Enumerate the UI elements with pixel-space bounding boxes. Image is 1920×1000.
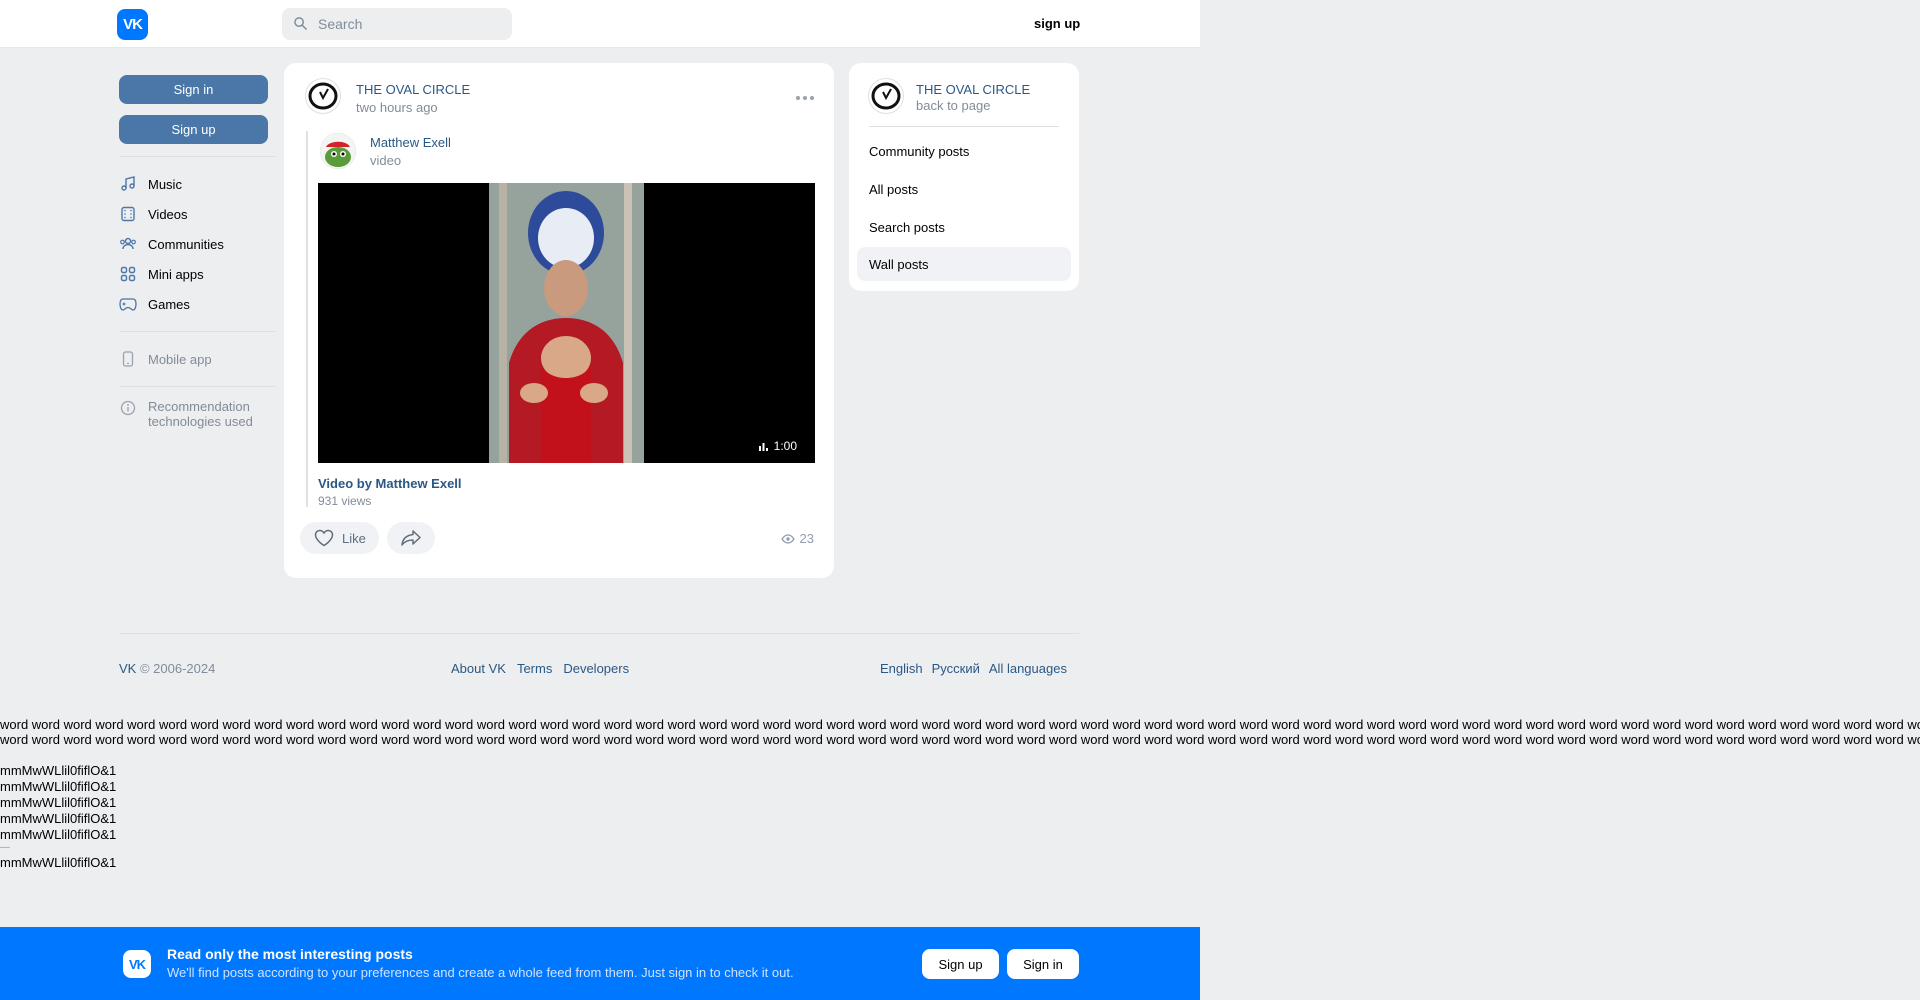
language-english[interactable]: English xyxy=(880,661,923,676)
sidebar-item-label: Videos xyxy=(148,206,188,222)
footer-link-about[interactable]: About VK xyxy=(451,661,506,676)
avatar[interactable] xyxy=(320,133,356,169)
info-icon xyxy=(119,399,137,417)
music-icon xyxy=(119,175,137,193)
post-card: THE OVAL CIRCLE two hours ago Matthew Ex… xyxy=(284,63,834,578)
sidebar-item-music[interactable]: Music xyxy=(119,169,268,199)
menu-item-all-posts[interactable]: All posts xyxy=(857,172,1071,206)
video-duration: 1:00 xyxy=(758,439,797,453)
footer-links: About VK Terms Developers xyxy=(451,661,629,676)
repost-author[interactable]: Matthew Exell xyxy=(370,135,451,150)
nav-divider xyxy=(119,156,276,157)
glyph-samples: mmMwWLlil0fiflO&1 mmMwWLlil0fiflO&1 mmMw… xyxy=(0,763,116,871)
video-views: 931 views xyxy=(318,494,372,508)
games-icon xyxy=(119,295,137,313)
sidebar-item-label: Recommendation technologies used xyxy=(148,399,253,429)
sidebar-item-label: Music xyxy=(148,176,182,192)
glyph-sample: mmMwWLlil0fiflO&1 xyxy=(0,827,117,842)
banner-title: Read only the most interesting posts xyxy=(167,946,413,962)
nav-divider xyxy=(119,386,276,387)
sidebar-item-communities[interactable]: Communities xyxy=(119,229,268,259)
language-russian[interactable]: Русский xyxy=(932,661,980,676)
glyph-sample: mmMwWLlil0fiflO&1 xyxy=(0,763,117,778)
word-line: word word word word word word word word … xyxy=(0,717,1920,732)
community-avatar[interactable] xyxy=(868,78,904,114)
like-button[interactable]: Like xyxy=(300,522,379,554)
sidebar-item-games[interactable]: Games xyxy=(119,289,268,319)
video-duration-label: 1:00 xyxy=(773,439,797,453)
menu-item-wall-posts[interactable]: Wall posts xyxy=(857,247,1071,281)
share-icon xyxy=(401,530,421,546)
search-icon xyxy=(294,17,307,30)
top-header: VK Search sign up xyxy=(0,0,1200,48)
banner-signup-button[interactable]: Sign up xyxy=(922,949,999,979)
sidebar-item-label: Mobile app xyxy=(148,351,212,367)
sidebar-item-mobile-app[interactable]: Mobile app xyxy=(119,344,268,374)
copyright-vk-link[interactable]: VK xyxy=(119,661,136,676)
post-community-name[interactable]: THE OVAL CIRCLE xyxy=(356,82,470,97)
word-line: word word word word word word word word … xyxy=(0,732,1920,747)
post-time[interactable]: two hours ago xyxy=(356,100,438,115)
footer-link-developers[interactable]: Developers xyxy=(563,661,629,676)
oval-circle-logo-icon xyxy=(871,82,901,110)
more-icon[interactable] xyxy=(794,93,816,103)
views-count: 23 xyxy=(799,531,814,546)
bars-icon xyxy=(758,442,768,451)
community-avatar[interactable] xyxy=(305,78,341,114)
heart-icon xyxy=(314,529,334,547)
vk-logo: VK xyxy=(123,950,151,978)
search-placeholder: Search xyxy=(318,16,363,32)
right-panel-divider xyxy=(869,126,1059,127)
video-thumbnail xyxy=(489,183,644,463)
sidebar-item-label: Communities xyxy=(148,236,224,252)
sidebar-item-label: Games xyxy=(148,296,190,312)
sidebar-item-mini-apps[interactable]: Mini apps xyxy=(119,259,268,289)
word-test-block: word word word word word word word word … xyxy=(0,717,1920,747)
signin-button[interactable]: Sign in xyxy=(119,75,268,104)
video-player[interactable]: 1:00 xyxy=(318,183,815,463)
mini-apps-icon xyxy=(119,265,137,283)
left-sidebar: Sign in Sign up Music Videos Communities… xyxy=(119,75,276,429)
share-button[interactable] xyxy=(387,522,435,554)
video-title[interactable]: Video by Matthew Exell xyxy=(318,476,462,491)
sample-divider: — xyxy=(0,842,10,853)
sidebar-item-videos[interactable]: Videos xyxy=(119,199,268,229)
copyright-years: © 2006-2024 xyxy=(139,661,216,676)
glyph-sample: mmMwWLlil0fiflO&1 xyxy=(0,811,117,826)
right-panel-community-name[interactable]: THE OVAL CIRCLE xyxy=(916,82,1030,97)
back-to-page-link[interactable]: back to page xyxy=(916,98,990,113)
footer-languages: English Русский All languages xyxy=(880,661,1067,676)
communities-icon xyxy=(119,235,137,253)
glyph-sample: mmMwWLlil0fiflO&1 xyxy=(0,795,117,810)
nav-divider xyxy=(119,331,276,332)
signup-button[interactable]: Sign up xyxy=(119,115,268,144)
like-label: Like xyxy=(342,530,366,546)
glyph-sample: mmMwWLlil0fiflO&1 xyxy=(0,855,117,870)
menu-item-search-posts[interactable]: Search posts xyxy=(857,210,1071,244)
copyright: VK © 2006-2024 xyxy=(119,661,215,676)
header-signup-link[interactable]: sign up xyxy=(1034,16,1080,31)
frog-avatar-icon xyxy=(320,133,356,169)
repost-bar xyxy=(306,131,308,507)
banner-signin-button[interactable]: Sign in xyxy=(1007,949,1079,979)
video-frame-image xyxy=(489,183,644,463)
oval-circle-logo-icon xyxy=(308,82,338,110)
repost-type: video xyxy=(370,153,402,168)
sidebar-item-label: Mini apps xyxy=(148,266,204,282)
eye-icon xyxy=(780,533,795,544)
right-panel: THE OVAL CIRCLE back to page Community p… xyxy=(849,63,1079,291)
phone-icon xyxy=(119,350,137,368)
sidebar-item-recommendation[interactable]: Recommendation technologies used xyxy=(119,399,268,429)
footer-link-terms[interactable]: Terms xyxy=(517,661,552,676)
signup-banner: VK Read only the most interesting posts … xyxy=(0,927,1200,1000)
views-counter: 23 xyxy=(780,531,814,546)
banner-subtitle: We'll find posts according to your prefe… xyxy=(167,965,794,980)
language-all[interactable]: All languages xyxy=(989,661,1067,676)
glyph-sample: mmMwWLlil0fiflO&1 xyxy=(0,779,117,794)
search-input[interactable]: Search xyxy=(282,8,512,40)
vk-logo[interactable]: VK xyxy=(117,9,148,40)
footer-divider xyxy=(119,633,1079,634)
menu-item-community-posts[interactable]: Community posts xyxy=(857,134,1071,168)
video-icon xyxy=(119,205,137,223)
